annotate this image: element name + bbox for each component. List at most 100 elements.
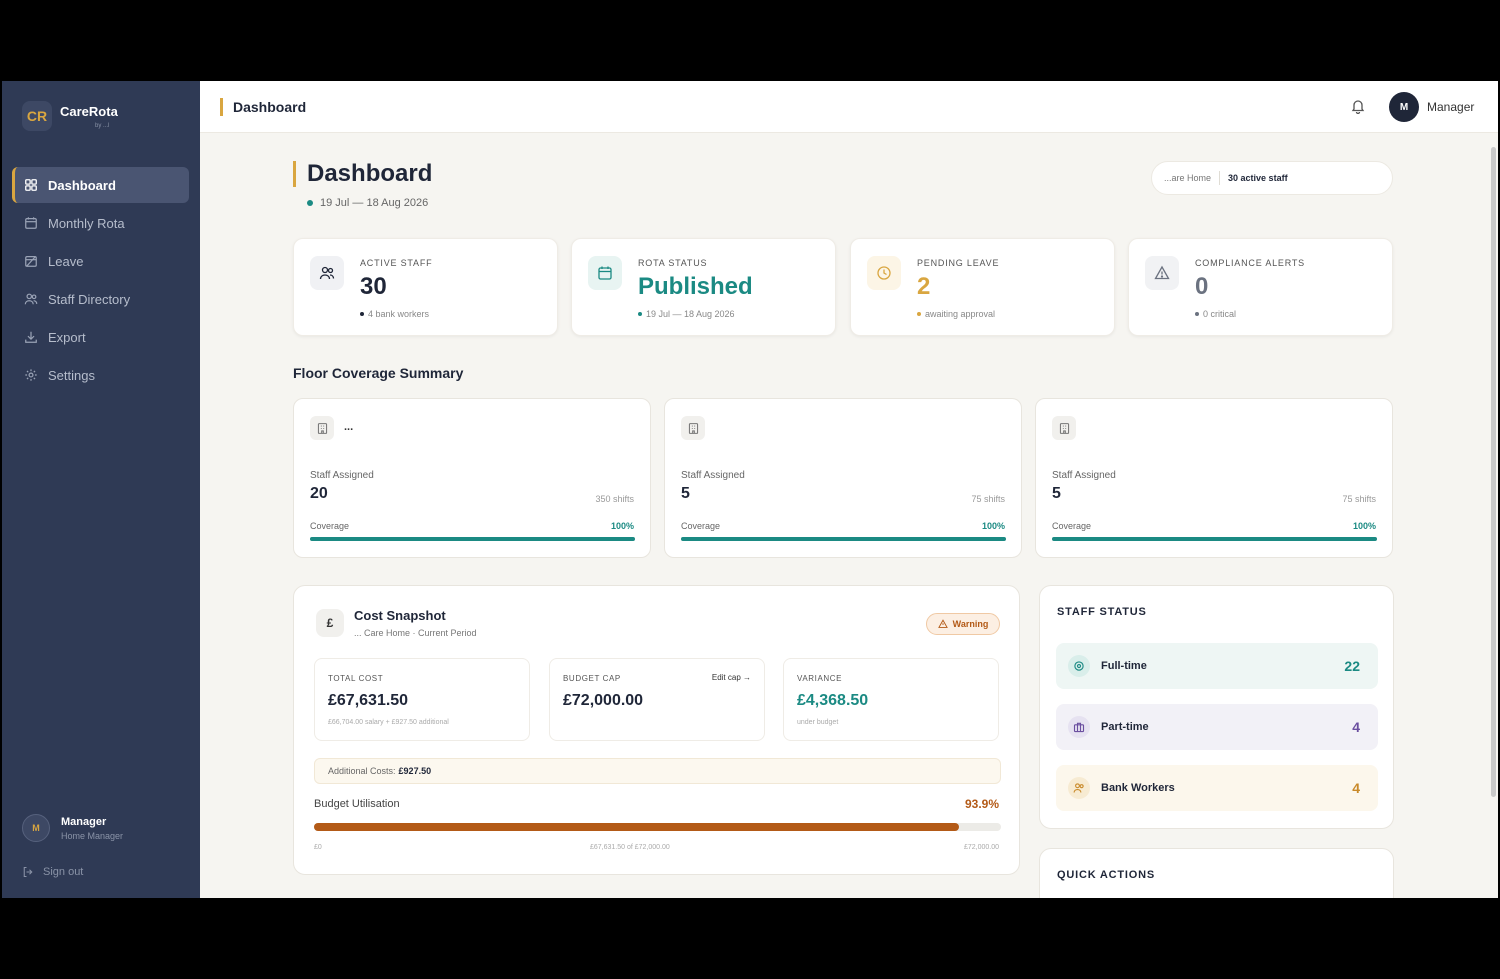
variance-note: under budget — [797, 719, 839, 726]
stat-card-rota-status[interactable]: ROTA STATUS Published 19 Jul — 18 Aug 20… — [571, 238, 836, 336]
edit-cap-link[interactable]: Edit cap → — [712, 673, 751, 682]
stat-card-active-staff[interactable]: ACTIVE STAFF 30 4 bank workers — [293, 238, 558, 336]
shift-count: 350 shifts — [595, 494, 634, 504]
bell-icon[interactable] — [1350, 98, 1366, 114]
building-icon — [1052, 416, 1076, 440]
floor-card[interactable]: ... Staff Assigned 20 350 shifts Coverag… — [293, 398, 651, 558]
users-icon — [1068, 777, 1090, 799]
sidebar: CR CareRota by ...l Dashboard Monthly Ro… — [2, 81, 200, 898]
stat-sub-text: 0 critical — [1203, 309, 1237, 319]
variance-value: £4,368.50 — [797, 692, 869, 709]
calendar-icon — [588, 256, 622, 290]
variance-label: VARIANCE — [797, 674, 843, 683]
stat-sub-text: 4 bank workers — [368, 309, 430, 319]
coverage-label: Coverage — [1052, 521, 1092, 531]
budget-cap-value: £72,000.00 — [563, 692, 644, 709]
user-menu[interactable]: Manager — [1427, 100, 1474, 114]
budget-utilisation-percent: 93.9% — [964, 797, 999, 811]
status-dot — [638, 312, 642, 316]
alert-triangle-icon — [1145, 256, 1179, 290]
stat-sub: 0 critical — [1195, 309, 1236, 319]
warning-badge[interactable]: Warning — [926, 613, 1000, 635]
coverage-bar — [1052, 537, 1377, 541]
warning-label: Warning — [952, 619, 989, 629]
budget-min: £0 — [314, 844, 322, 851]
sidebar-item-label: Export — [48, 329, 86, 345]
date-range: 19 Jul — 18 Aug 2026 — [307, 197, 428, 209]
floor-card[interactable]: Staff Assigned 5 75 shifts Coverage 100% — [1035, 398, 1393, 558]
staff-assigned-value: 5 — [681, 485, 690, 502]
coverage-label: Coverage — [681, 521, 721, 531]
sidebar-item-label: Settings — [48, 367, 95, 383]
brand-logo: CR — [22, 101, 52, 131]
stat-sub-text: 19 Jul — 18 Aug 2026 — [646, 309, 735, 319]
status-dot — [307, 200, 313, 206]
home-selector[interactable]: ...are Home 30 active staff — [1151, 161, 1393, 195]
floor-card[interactable]: Staff Assigned 5 75 shifts Coverage 100% — [664, 398, 1022, 558]
users-icon — [24, 292, 38, 306]
brand-tagline: by ...l — [95, 122, 110, 129]
status-row-part-time[interactable]: Part-time 4 — [1056, 704, 1378, 750]
top-bar: Dashboard M Manager — [200, 81, 1498, 133]
divider — [1219, 171, 1221, 185]
total-cost-breakdown: £66,704.00 salary + £927.50 additional — [328, 719, 449, 726]
stat-label: ACTIVE STAFF — [360, 258, 433, 268]
scrollbar[interactable] — [1490, 137, 1496, 897]
main-content: Dashboard 19 Jul — 18 Aug 2026 ...are Ho… — [200, 133, 1498, 898]
coverage-bar-fill — [681, 537, 1006, 541]
avatar: M — [22, 814, 50, 842]
stat-sub: 4 bank workers — [360, 309, 429, 319]
sign-out-button[interactable]: Sign out — [22, 866, 83, 878]
building-icon — [681, 416, 705, 440]
stat-card-pending-leave[interactable]: PENDING LEAVE 2 awaiting approval — [850, 238, 1115, 336]
alert-triangle-icon — [937, 619, 948, 628]
coverage-bar-fill — [1052, 537, 1377, 541]
status-row-bank-workers[interactable]: Bank Workers 4 — [1056, 765, 1378, 811]
card-title: STAFF STATUS — [1057, 606, 1147, 618]
sign-out-label: Sign out — [43, 866, 84, 878]
status-label: Bank Workers — [1101, 782, 1175, 794]
stat-label: COMPLIANCE ALERTS — [1195, 258, 1305, 268]
users-icon — [310, 256, 344, 290]
coverage-percent: 100% — [1352, 521, 1376, 531]
status-count: 22 — [1344, 658, 1360, 674]
sidebar-item-label: Monthly Rota — [48, 215, 125, 231]
stat-card-compliance-alerts[interactable]: COMPLIANCE ALERTS 0 0 critical — [1128, 238, 1393, 336]
sidebar-user[interactable]: M Manager Home Manager — [22, 814, 123, 842]
sidebar-item-leave[interactable]: Leave — [12, 243, 189, 279]
date-range-text: 19 Jul — 18 Aug 2026 — [320, 197, 429, 209]
stat-value: Published — [638, 273, 753, 300]
logout-icon — [23, 866, 33, 878]
status-dot — [917, 312, 921, 316]
sidebar-item-label: Dashboard — [48, 177, 116, 193]
avatar[interactable]: M — [1389, 92, 1419, 122]
staff-status-card: STAFF STATUS Full-time 22 Part-time 4 Ba… — [1039, 585, 1394, 829]
sidebar-item-dashboard[interactable]: Dashboard — [12, 167, 189, 203]
stat-label: ROTA STATUS — [638, 258, 708, 268]
sidebar-item-settings[interactable]: Settings — [12, 357, 189, 393]
stat-label: PENDING LEAVE — [917, 258, 1000, 268]
briefcase-icon — [1068, 716, 1090, 738]
sidebar-item-monthly-rota[interactable]: Monthly Rota — [12, 205, 189, 241]
staff-assigned-label: Staff Assigned — [1052, 470, 1116, 481]
stat-value: 0 — [1195, 273, 1209, 300]
breadcrumb: Dashboard — [220, 98, 306, 116]
staff-assigned-value: 5 — [1052, 485, 1061, 502]
scrollbar-thumb[interactable] — [1491, 147, 1496, 797]
sidebar-item-export[interactable]: Export — [12, 319, 189, 355]
stat-sub: awaiting approval — [917, 309, 995, 319]
total-cost-label: TOTAL COST — [328, 674, 384, 683]
sidebar-item-staff-directory[interactable]: Staff Directory — [12, 281, 189, 317]
user-name: Manager — [61, 815, 107, 828]
target-icon — [1068, 655, 1090, 677]
status-label: Full-time — [1101, 660, 1147, 672]
brand-name: CareRota — [60, 103, 118, 119]
status-dot — [1195, 312, 1199, 316]
budget-utilisation-fill — [314, 823, 960, 831]
card-title: Cost Snapshot — [354, 608, 446, 623]
status-row-full-time[interactable]: Full-time 22 — [1056, 643, 1378, 689]
building-icon — [310, 416, 334, 440]
brand[interactable]: CR CareRota by ...l — [22, 101, 118, 131]
floor-name: ... — [344, 421, 354, 433]
budget-progress-text: £67,631.50 of £72,000.00 — [590, 844, 670, 851]
